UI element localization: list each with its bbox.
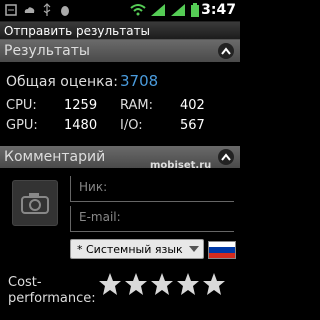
results-section-header[interactable]: Результаты <box>0 40 240 62</box>
camera-icon <box>21 193 49 214</box>
io-label: I/O: <box>120 118 143 133</box>
collapse-up-icon[interactable] <box>218 149 234 165</box>
usb-icon <box>40 3 54 17</box>
ram-value: 402 <box>180 98 205 113</box>
star-icon[interactable] <box>98 272 122 296</box>
overall-score-label: Общая оценка: <box>6 74 118 90</box>
results-section-label: Результаты <box>4 43 90 59</box>
nick-field[interactable]: Ник: <box>70 176 234 202</box>
star-icon[interactable] <box>124 272 148 296</box>
cpu-label: CPU: <box>6 98 37 113</box>
signal-icon <box>150 3 166 17</box>
wifi-icon <box>130 3 146 17</box>
gpu-value: 1480 <box>64 118 98 133</box>
language-select[interactable]: * Системный язык <box>70 239 204 259</box>
star-icon[interactable] <box>176 272 200 296</box>
signal-icon <box>170 3 186 17</box>
collapse-up-icon[interactable] <box>218 43 234 59</box>
status-time: 3:47 <box>201 2 236 18</box>
camera-button[interactable] <box>12 180 58 226</box>
io-value: 567 <box>180 118 205 133</box>
cloud-icon <box>22 3 36 17</box>
star-icon[interactable] <box>202 272 226 296</box>
bug-icon <box>58 3 72 17</box>
star-icon[interactable] <box>150 272 174 296</box>
notification-icon <box>4 3 18 17</box>
language-select-value: * Системный язык <box>77 243 183 256</box>
russia-flag-icon <box>208 241 236 259</box>
window-title: Отправить результаты <box>0 22 240 40</box>
battery-icon <box>190 3 200 17</box>
overall-score-value: 3708 <box>120 72 159 90</box>
rating-stars[interactable] <box>98 272 226 296</box>
comment-section-label: Комментарий <box>4 149 106 165</box>
gpu-label: GPU: <box>6 118 38 133</box>
status-bar: 3:47 <box>0 0 240 22</box>
email-field[interactable]: E-mail: <box>70 206 234 232</box>
chevron-down-icon <box>189 246 199 252</box>
ram-label: RAM: <box>120 98 153 113</box>
cpu-value: 1259 <box>64 98 98 113</box>
cost-performance-label: Cost- performance: <box>8 275 96 306</box>
watermark: mobiset.ru <box>150 160 212 171</box>
